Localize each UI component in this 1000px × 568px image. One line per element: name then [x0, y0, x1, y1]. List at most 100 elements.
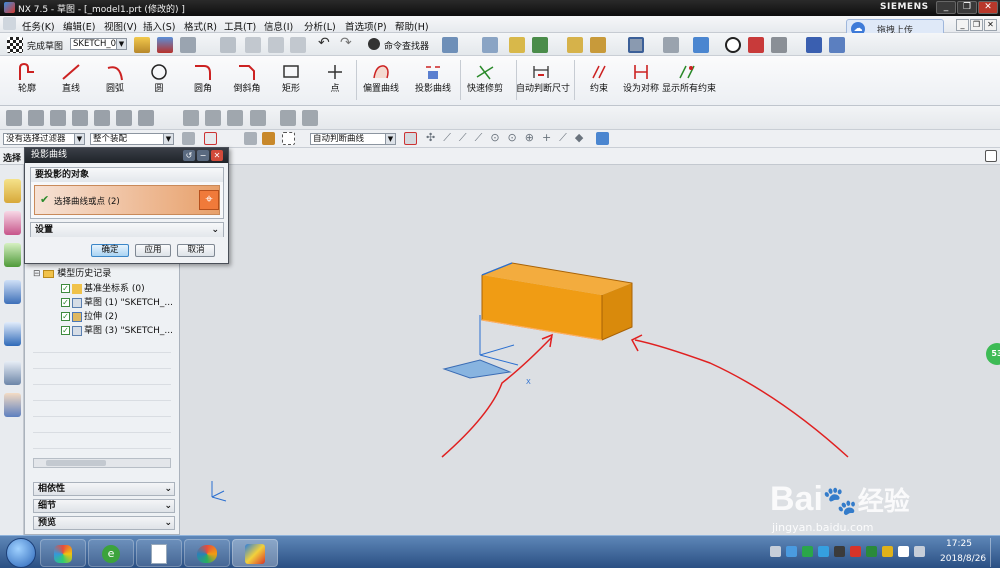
- taskbar-app-nx[interactable]: [232, 539, 278, 567]
- snap-cube-icon[interactable]: [596, 132, 609, 145]
- analysis-icon[interactable]: [532, 37, 548, 53]
- copy-icon[interactable]: [268, 37, 284, 53]
- fillet-button[interactable]: 圆角: [178, 60, 228, 104]
- close-button[interactable]: ✕: [978, 1, 998, 14]
- section-preview[interactable]: 预览 ⌄: [33, 516, 175, 530]
- profile-button[interactable]: 轮廓: [2, 60, 52, 104]
- sketch-name-select[interactable]: SKETCH_001 ▼: [70, 38, 127, 50]
- maximize-button[interactable]: ❐: [957, 1, 977, 14]
- edit-object-icon[interactable]: [771, 37, 787, 53]
- constraint-navigator-icon[interactable]: [4, 211, 21, 235]
- tray-wechat-icon[interactable]: [802, 546, 813, 557]
- transform-icon[interactable]: [829, 37, 845, 53]
- save-icon[interactable]: [220, 37, 236, 53]
- menu-task[interactable]: 任务(K): [22, 19, 55, 33]
- taskbar-app-media[interactable]: [40, 539, 86, 567]
- snap-point-options[interactable]: ✣⟋⟋⟋⊙⊙⊕+⟋◆: [426, 131, 591, 145]
- redo-icon[interactable]: ↷: [340, 35, 352, 51]
- arc-button[interactable]: 圆弧: [90, 60, 140, 104]
- crosshair-icon[interactable]: ⌖: [199, 190, 219, 210]
- menu-tools[interactable]: 工具(T): [224, 19, 256, 33]
- cancel-button[interactable]: 取消: [177, 244, 215, 257]
- command-finder-icon[interactable]: [368, 38, 380, 50]
- tray-alert-icon[interactable]: [850, 546, 861, 557]
- visible-checkbox[interactable]: ✓: [61, 326, 70, 335]
- dialog-close-icon[interactable]: ✕: [211, 150, 223, 161]
- tray-input-icon[interactable]: [770, 546, 781, 557]
- visible-checkbox[interactable]: ✓: [61, 298, 70, 307]
- reattach-icon[interactable]: [157, 37, 173, 53]
- stop-at-intersection-icon[interactable]: [404, 132, 417, 145]
- filter-settings-icon[interactable]: [182, 132, 195, 145]
- snap-view-icon[interactable]: [806, 37, 822, 53]
- doc-close-button[interactable]: ✕: [984, 19, 997, 31]
- project-curve-button[interactable]: 投影曲线: [408, 60, 458, 104]
- section-icon[interactable]: [748, 37, 764, 53]
- command-finder-button[interactable]: 命令查找器: [384, 39, 429, 52]
- minimize-button[interactable]: _: [936, 1, 956, 14]
- doc-minimize-button[interactable]: _: [956, 19, 969, 31]
- selection-filter-select[interactable]: 没有选择过滤器 ▼: [3, 133, 85, 145]
- tree-item[interactable]: ✓ 草图 (3) "SKETCH_...: [61, 323, 173, 337]
- history-icon[interactable]: [4, 361, 21, 385]
- menu-preferences[interactable]: 首选项(P): [345, 19, 387, 33]
- edge-blend-icon[interactable]: [183, 110, 199, 126]
- taskbar-app-files[interactable]: [136, 539, 182, 567]
- section-dependencies[interactable]: 相依性 ⌄: [33, 482, 175, 496]
- menu-view[interactable]: 视图(V): [104, 19, 137, 33]
- pocket-icon[interactable]: [94, 110, 110, 126]
- inferred-dimension-button[interactable]: 自动判断尺寸: [516, 60, 570, 104]
- quick-pick-icon[interactable]: [262, 132, 275, 145]
- tree-item[interactable]: ✓ 草图 (1) "SKETCH_...: [61, 295, 173, 309]
- taskbar-app-ie[interactable]: e: [88, 539, 134, 567]
- start-button[interactable]: [6, 538, 36, 568]
- roles-icon[interactable]: [4, 393, 21, 417]
- cut-icon[interactable]: [245, 37, 261, 53]
- tray-sound-icon[interactable]: [914, 546, 925, 557]
- finish-sketch-button[interactable]: 完成草图: [27, 39, 63, 52]
- menu-edit[interactable]: 编辑(E): [63, 19, 95, 33]
- make-symmetric-button[interactable]: 设为对称: [616, 60, 666, 104]
- selection-scope-select[interactable]: 整个装配 ▼: [90, 133, 174, 145]
- draft-icon[interactable]: [227, 110, 243, 126]
- selection-icon[interactable]: [442, 37, 458, 53]
- horizontal-scrollbar[interactable]: [33, 458, 171, 468]
- collapse-icon[interactable]: −: [197, 150, 209, 161]
- menu-insert[interactable]: 插入(S): [143, 19, 175, 33]
- show-all-constraints-button[interactable]: 显示所有约束: [662, 60, 716, 104]
- tray-network-icon[interactable]: [786, 546, 797, 557]
- menu-format[interactable]: 格式(R): [184, 19, 217, 33]
- circle-button[interactable]: 圆: [134, 60, 184, 104]
- assembly-navigator-icon[interactable]: [4, 179, 21, 203]
- tree-item[interactable]: ✓ 拉伸 (2): [61, 309, 118, 323]
- text-icon[interactable]: [302, 110, 318, 126]
- ruler-icon[interactable]: [567, 37, 583, 53]
- shell-icon[interactable]: [250, 110, 266, 126]
- view-cube-icon[interactable]: [693, 37, 709, 53]
- doc-restore-button[interactable]: ❐: [970, 19, 983, 31]
- tray-display-icon[interactable]: [898, 546, 909, 557]
- chamfer-button[interactable]: 倒斜角: [222, 60, 272, 104]
- point-button[interactable]: 点: [310, 60, 360, 104]
- slot-icon[interactable]: [138, 110, 154, 126]
- show-desktop-button[interactable]: [990, 538, 999, 567]
- finish-sketch-flag-icon[interactable]: [7, 37, 23, 53]
- web-browser-icon[interactable]: [4, 322, 21, 346]
- angle-icon[interactable]: [590, 37, 606, 53]
- layer-icon[interactable]: [482, 37, 498, 53]
- apply-button[interactable]: 应用: [135, 244, 171, 257]
- app-menu-icon[interactable]: [3, 17, 16, 30]
- menu-analysis[interactable]: 分析(L): [304, 19, 336, 33]
- select-all-icon[interactable]: [244, 132, 257, 145]
- visible-checkbox[interactable]: ✓: [61, 284, 70, 293]
- settings-group[interactable]: 设置 ⌄: [30, 222, 224, 237]
- orient-view-icon[interactable]: [134, 37, 150, 53]
- offset-curve-button[interactable]: 偏置曲线: [356, 60, 406, 104]
- tray-security-icon[interactable]: [866, 546, 877, 557]
- rectangle-button[interactable]: 矩形: [266, 60, 316, 104]
- tray-volume-icon[interactable]: [834, 546, 845, 557]
- curve-rule-select[interactable]: 自动判断曲线 ▼: [310, 133, 396, 145]
- tree-item[interactable]: ✓ 基准坐标系 (0): [61, 281, 145, 295]
- part-navigator-icon[interactable]: [4, 243, 21, 267]
- taskbar-app-paint[interactable]: [184, 539, 230, 567]
